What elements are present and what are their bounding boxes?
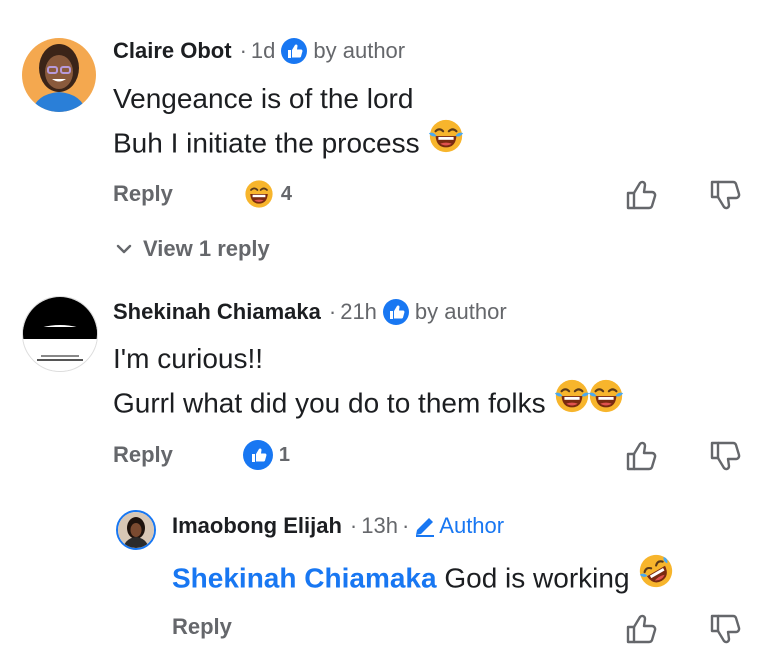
comment-text: Vengeance is of the lord Buh I initiate … [113, 78, 465, 170]
comment-header: Imaobong Elijah · 13h · Author [172, 513, 504, 539]
thumbs-up-icon[interactable] [624, 439, 658, 473]
laughing-emoji-icon [553, 377, 591, 427]
thumbs-up-icon[interactable] [624, 178, 658, 212]
commenter-name[interactable]: Imaobong Elijah [172, 513, 342, 539]
thumbs-down-icon[interactable] [708, 612, 742, 646]
comment-text: Shekinah Chiamaka God is working [172, 555, 675, 605]
commenter-name[interactable]: Shekinah Chiamaka [113, 299, 321, 325]
pencil-icon [416, 518, 435, 537]
view-replies-link[interactable]: View 1 reply [113, 236, 270, 262]
thumbs-down-icon[interactable] [708, 178, 742, 212]
avatar[interactable] [116, 510, 156, 550]
comment-time[interactable]: 13h [361, 513, 398, 539]
comment-time[interactable]: 1d [251, 38, 275, 64]
rofl-emoji-icon [637, 552, 675, 602]
commenter-name[interactable]: Claire Obot [113, 38, 232, 64]
reply-button[interactable]: Reply [113, 181, 173, 207]
grin-emoji-icon [243, 178, 275, 210]
reaction-summary[interactable]: 1 [242, 440, 291, 470]
comment-time[interactable]: 21h [340, 299, 377, 325]
reaction-count: 4 [280, 182, 293, 205]
like-badge-icon [382, 299, 409, 325]
reaction-count: 1 [278, 443, 291, 466]
comment-header: Shekinah Chiamaka · 21h by author [113, 299, 507, 325]
comment-line: Gurrl what did you do to them folks [113, 387, 546, 419]
separator-dot: · [401, 513, 410, 538]
reply-button[interactable]: Reply [172, 614, 232, 640]
like-badge-icon [281, 38, 308, 64]
by-author-badge: by author [414, 299, 507, 324]
reply-button[interactable]: Reply [113, 442, 173, 468]
reaction-summary[interactable]: 4 [243, 178, 292, 210]
comment-header: Claire Obot · 1d by author [113, 38, 405, 64]
thumbs-down-icon[interactable] [708, 439, 742, 473]
comment-line: Buh I initiate the process [113, 127, 420, 159]
mention-link[interactable]: Shekinah Chiamaka [172, 562, 437, 593]
laughing-emoji-icon [587, 377, 625, 427]
view-replies-label: View 1 reply [143, 236, 270, 261]
comment-actions: Reply [172, 614, 232, 640]
comment-actions: Reply 1 [113, 440, 290, 470]
by-author-badge: by author [313, 38, 406, 63]
reply-text: God is working [444, 562, 630, 594]
avatar[interactable] [22, 296, 98, 372]
comment-line: I'm curious!! [113, 343, 264, 374]
separator-dot: · [239, 38, 247, 63]
separator-dot: · [328, 299, 337, 324]
comment-line: Vengeance is of the lord [113, 83, 414, 114]
comment-actions: Reply 4 [113, 178, 292, 210]
author-badge: Author [439, 513, 505, 538]
separator-dot: · [349, 513, 358, 538]
like-badge-icon [242, 440, 273, 470]
comment-text: I'm curious!! Gurrl what did you do to t… [113, 338, 625, 430]
chevron-down-icon [116, 244, 132, 254]
laughing-emoji-icon [427, 117, 465, 167]
thumbs-up-icon[interactable] [624, 612, 658, 646]
avatar[interactable] [22, 38, 96, 112]
